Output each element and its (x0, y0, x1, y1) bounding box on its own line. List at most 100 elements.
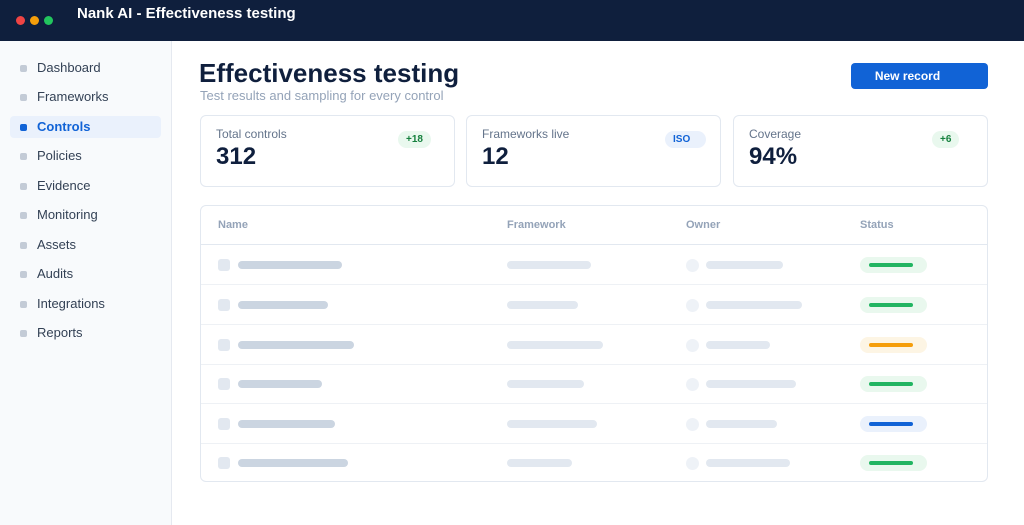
kpi-badge: +18 (398, 131, 431, 148)
name-placeholder (238, 380, 322, 388)
name-placeholder (238, 341, 354, 349)
table-row[interactable] (201, 404, 987, 444)
sidebar-item-label: Controls (37, 119, 91, 134)
column-header-owner[interactable]: Owner (686, 219, 720, 231)
sidebar-item-integrations[interactable]: Integrations (10, 293, 161, 315)
status-badge (860, 297, 927, 313)
status-bar (869, 263, 913, 267)
sidebar-item-label: Monitoring (37, 207, 98, 222)
row-checkbox[interactable] (218, 457, 230, 469)
kpi-badge: +6 (932, 131, 960, 148)
owner-placeholder (706, 341, 770, 349)
new-record-button[interactable]: New record (851, 63, 988, 89)
bullet-icon (20, 124, 27, 131)
bullet-icon (20, 65, 27, 72)
kpi-card-total-controls: Total controls 312 +18 (200, 115, 455, 187)
status-badge (860, 257, 927, 273)
framework-placeholder (507, 261, 591, 269)
owner-avatar (686, 299, 699, 312)
kpi-value: 12 (482, 143, 509, 170)
name-placeholder (238, 420, 335, 428)
minimize-window-button[interactable] (30, 16, 39, 25)
owner-placeholder (706, 301, 802, 309)
window-title: Nank AI - Effectiveness testing (77, 5, 296, 22)
name-placeholder (238, 301, 328, 309)
sidebar-item-policies[interactable]: Policies (10, 145, 161, 167)
close-window-button[interactable] (16, 16, 25, 25)
sidebar-item-assets[interactable]: Assets (10, 234, 161, 256)
owner-avatar (686, 457, 699, 470)
table-row[interactable] (201, 364, 987, 404)
row-checkbox[interactable] (218, 418, 230, 430)
kpi-label: Frameworks live (482, 127, 570, 141)
name-placeholder (238, 459, 348, 467)
table-row[interactable] (201, 245, 987, 285)
sidebar-item-audits[interactable]: Audits (10, 263, 161, 285)
sidebar-item-dashboard[interactable]: Dashboard (10, 57, 161, 79)
sidebar-item-monitoring[interactable]: Monitoring (10, 204, 161, 226)
kpi-label: Coverage (749, 127, 802, 141)
bullet-icon (20, 153, 27, 160)
column-header-status[interactable]: Status (860, 219, 894, 231)
controls-table: Name Framework Owner Status (200, 205, 988, 482)
row-checkbox[interactable] (218, 339, 230, 351)
owner-avatar (686, 378, 699, 391)
status-badge (860, 455, 927, 471)
name-placeholder (238, 261, 342, 269)
owner-placeholder (706, 420, 777, 428)
status-bar (869, 461, 913, 465)
page-subtitle: Test results and sampling for every cont… (200, 88, 444, 103)
table-row[interactable] (201, 325, 987, 365)
sidebar-item-evidence[interactable]: Evidence (10, 175, 161, 197)
bullet-icon (20, 94, 27, 101)
owner-placeholder (706, 380, 796, 388)
owner-placeholder (706, 261, 783, 269)
bullet-icon (20, 301, 27, 308)
column-header-name[interactable]: Name (218, 219, 248, 231)
bullet-icon (20, 183, 27, 190)
sidebar-item-reports[interactable]: Reports (10, 322, 161, 344)
framework-placeholder (507, 420, 597, 428)
owner-avatar (686, 259, 699, 272)
sidebar-item-label: Integrations (37, 296, 105, 311)
sidebar-item-label: Dashboard (37, 60, 101, 75)
kpi-value: 312 (216, 143, 257, 170)
bullet-icon (20, 271, 27, 278)
status-bar (869, 382, 913, 386)
kpi-badge: ISO (665, 131, 706, 148)
status-bar (869, 303, 913, 307)
sidebar-item-label: Evidence (37, 178, 91, 193)
framework-placeholder (507, 301, 578, 309)
owner-placeholder (706, 459, 790, 467)
bullet-icon (20, 212, 27, 219)
kpi-card-coverage: Coverage 94% +6 (733, 115, 988, 187)
sidebar: Dashboard Frameworks Controls Policies E… (0, 41, 172, 525)
status-bar (869, 422, 913, 426)
row-checkbox[interactable] (218, 378, 230, 390)
owner-avatar (686, 418, 699, 431)
kpi-value: 94% (749, 143, 798, 170)
framework-placeholder (507, 341, 603, 349)
table-row[interactable] (201, 443, 987, 481)
status-badge (860, 416, 927, 432)
kpi-label: Total controls (216, 127, 287, 141)
row-checkbox[interactable] (218, 299, 230, 311)
bullet-icon (20, 242, 27, 249)
column-header-framework[interactable]: Framework (507, 219, 566, 231)
sidebar-item-frameworks[interactable]: Frameworks (10, 86, 161, 108)
framework-placeholder (507, 380, 584, 388)
row-checkbox[interactable] (218, 259, 230, 271)
status-bar (869, 343, 913, 347)
status-badge (860, 337, 927, 353)
sidebar-item-controls[interactable]: Controls (10, 116, 161, 138)
sidebar-item-label: Policies (37, 148, 82, 163)
table-row[interactable] (201, 285, 987, 325)
sidebar-item-label: Assets (37, 237, 77, 252)
sidebar-item-label: Frameworks (37, 89, 109, 104)
bullet-icon (20, 330, 27, 337)
page-title: Effectiveness testing (199, 58, 460, 88)
maximize-window-button[interactable] (44, 16, 53, 25)
sidebar-item-label: Audits (37, 266, 74, 281)
sidebar-item-label: Reports (37, 325, 83, 340)
owner-avatar (686, 339, 699, 352)
